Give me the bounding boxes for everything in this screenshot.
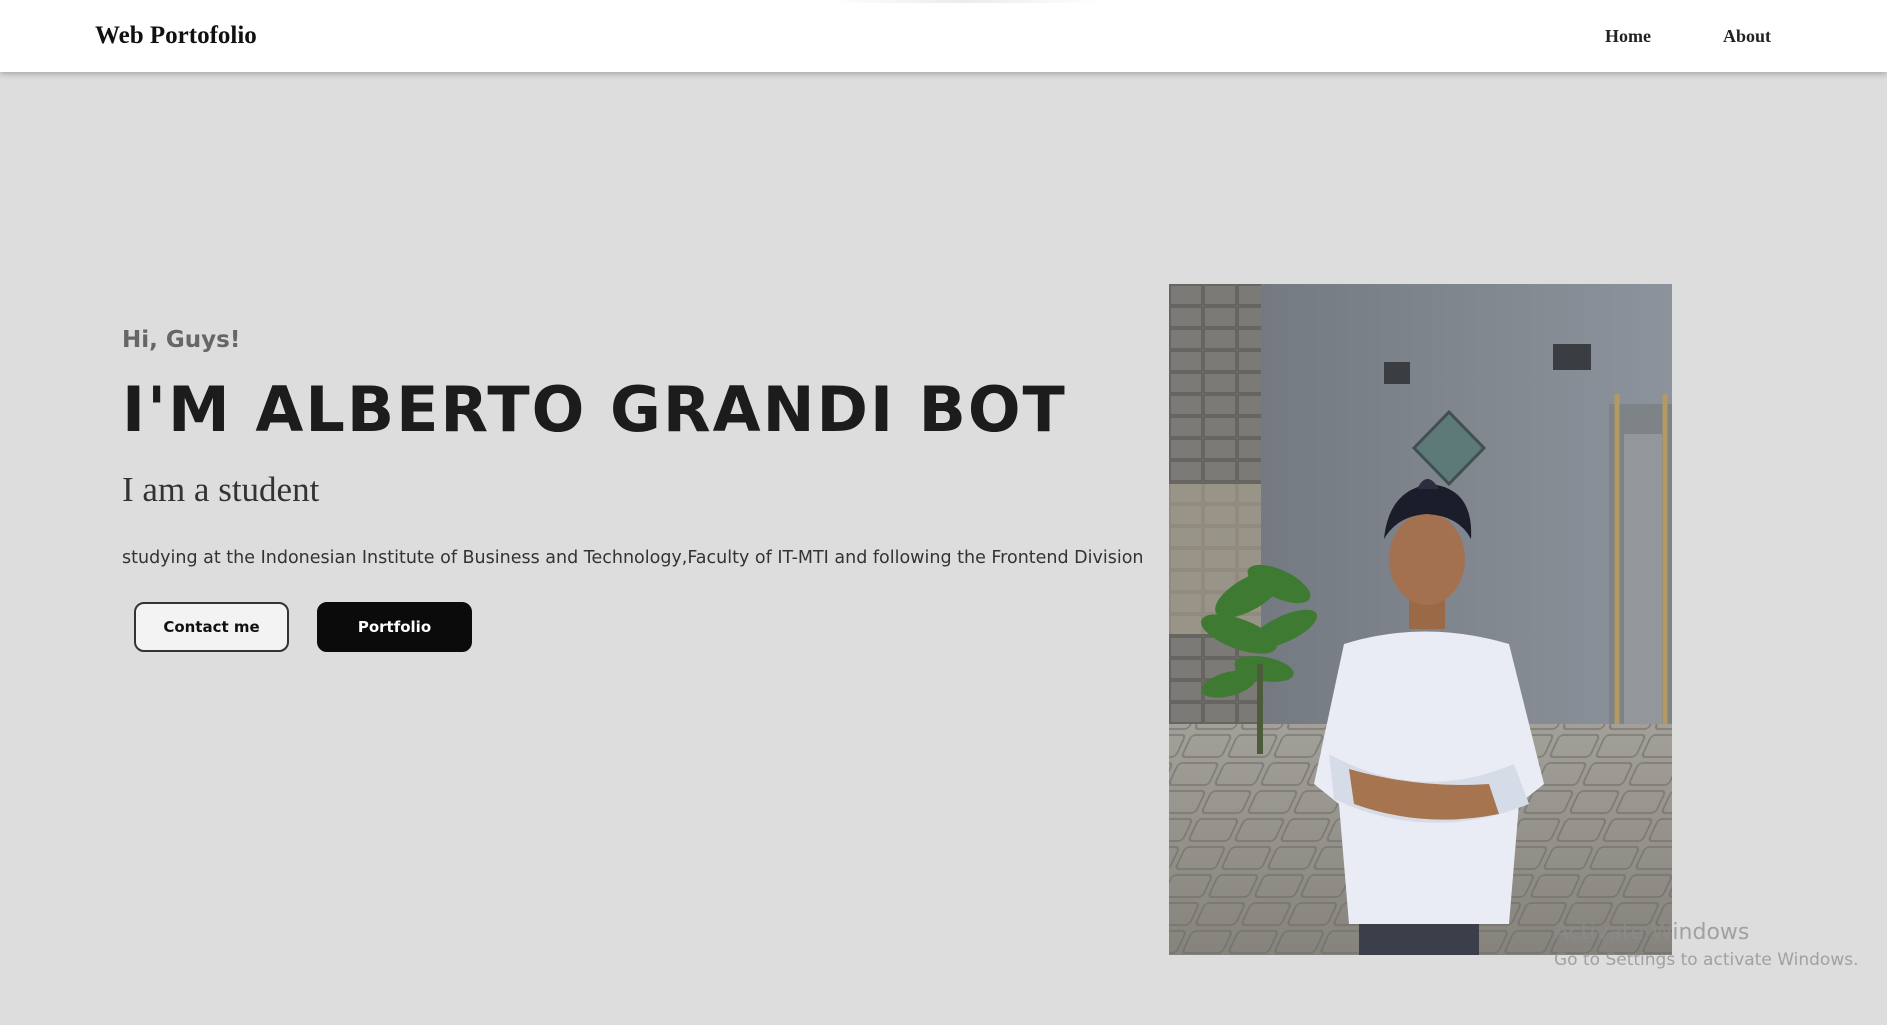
windows-activation-watermark: Activate Windows Go to Settings to activ… (1554, 918, 1859, 972)
contact-me-button[interactable]: Contact me (134, 602, 289, 652)
watermark-title: Activate Windows (1554, 920, 1750, 945)
navbar-top-shadow (830, 0, 1100, 3)
hero-role: I am a student (122, 470, 320, 509)
site-brand[interactable]: Web Portofolio (95, 20, 257, 52)
navbar: Web Portofolio Home About (0, 0, 1887, 72)
hero-buttons: Contact me Portfolio (134, 602, 472, 652)
hero-name: I'M ALBERTO GRANDI BOT (122, 373, 1067, 446)
hero-greeting: Hi, Guys! (122, 327, 241, 353)
portfolio-button[interactable]: Portfolio (317, 602, 472, 652)
profile-photo (1169, 284, 1672, 955)
watermark-subtitle: Go to Settings to activate Windows. (1554, 950, 1859, 970)
nav-link-about[interactable]: About (1723, 24, 1771, 48)
hero-description: studying at the Indonesian Institute of … (122, 548, 1144, 568)
nav-links: Home About (1605, 24, 1771, 48)
hero-intro: Hi, Guys! I'M ALBERTO GRANDI BOT I am a … (122, 320, 1144, 570)
profile-photo-illustration (1169, 284, 1672, 955)
nav-link-home[interactable]: Home (1605, 24, 1651, 48)
